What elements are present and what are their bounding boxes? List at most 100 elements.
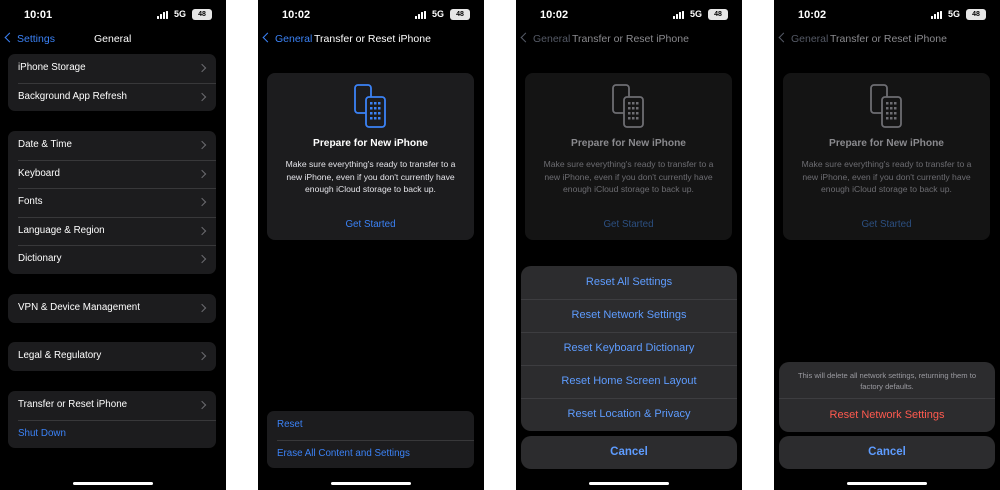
chevron-right-icon [197, 169, 207, 178]
row-iphone-storage[interactable]: iPhone Storage [8, 54, 216, 83]
get-started-button: Get Started [603, 219, 654, 230]
battery-icon: 48 [192, 9, 212, 20]
status-bar: 10:02 5G 48 [774, 0, 1000, 30]
chevron-right-icon [197, 226, 207, 235]
status-bar: 10:02 5G 48 [516, 0, 742, 30]
nav-bar: General Transfer or Reset iPhone [774, 30, 1000, 52]
card-title: Prepare for New iPhone [571, 138, 686, 149]
status-bar: 10:02 5G 48 [258, 0, 484, 30]
reset-all-settings-button[interactable]: Reset All Settings [521, 266, 737, 299]
status-time: 10:02 [282, 9, 311, 21]
row-label: Erase All Content and Settings [277, 447, 410, 459]
row-label: Background App Refresh [18, 90, 127, 102]
home-indicator[interactable] [847, 481, 927, 485]
row-label: Language & Region [18, 224, 105, 236]
card-body: Make sure everything's ready to transfer… [543, 159, 714, 195]
settings-group: iPhone Storage Background App Refresh [8, 54, 216, 111]
row-background-app-refresh[interactable]: Background App Refresh [8, 82, 216, 112]
confirm-reset-network-button[interactable]: Reset Network Settings [779, 398, 995, 432]
chevron-right-icon [197, 63, 207, 73]
row-date-time[interactable]: Date & Time [8, 131, 216, 160]
back-label: General [533, 33, 571, 45]
two-phones-icon [353, 84, 386, 128]
row-label: Shut Down [18, 427, 66, 439]
home-indicator[interactable] [331, 481, 411, 485]
network-label: 5G [173, 9, 186, 19]
page-title: General [94, 33, 132, 45]
card-title: Prepare for New iPhone [313, 138, 428, 149]
nav-bar: General Transfer or Reset iPhone [258, 30, 484, 52]
back-button[interactable]: Settings [4, 32, 55, 45]
chevron-right-icon [197, 140, 207, 150]
prepare-card: Prepare for New iPhone Make sure everyth… [267, 73, 474, 240]
cancel-button[interactable]: Cancel [779, 436, 995, 469]
row-label: Date & Time [18, 139, 72, 150]
row-language-region[interactable]: Language & Region [8, 216, 216, 246]
reset-location-privacy-button[interactable]: Reset Location & Privacy [521, 398, 737, 431]
row-label: Legal & Regulatory [18, 350, 102, 361]
reset-group: Reset Erase All Content and Settings [267, 411, 474, 468]
chevron-right-icon [197, 92, 207, 101]
page-title: Transfer or Reset iPhone [314, 33, 431, 45]
reset-button[interactable]: Reset [267, 411, 474, 440]
chevron-left-icon [520, 32, 531, 43]
reset-network-settings-button[interactable]: Reset Network Settings [521, 299, 737, 332]
chevron-right-icon [197, 254, 207, 264]
back-button: General [520, 32, 571, 45]
phone-reset-options: 10:02 5G 48 General Transfer or Reset iP… [516, 0, 742, 490]
signal-icon [673, 11, 684, 19]
phone-general-settings: 10:01 5G 48 Settings General iPhone Stor… [0, 0, 226, 490]
chevron-left-icon [262, 32, 273, 43]
erase-all-button[interactable]: Erase All Content and Settings [267, 439, 474, 469]
reset-keyboard-dictionary-button[interactable]: Reset Keyboard Dictionary [521, 332, 737, 365]
chevron-right-icon [197, 197, 207, 207]
row-legal-regulatory[interactable]: Legal & Regulatory [8, 342, 216, 371]
row-shut-down[interactable]: Shut Down [8, 419, 216, 449]
row-fonts[interactable]: Fonts [8, 188, 216, 217]
back-button[interactable]: General [262, 32, 313, 45]
card-body: Make sure everything's ready to transfer… [801, 159, 972, 195]
nav-bar: General Transfer or Reset iPhone [516, 30, 742, 52]
cancel-button[interactable]: Cancel [521, 436, 737, 469]
get-started-button[interactable]: Get Started [267, 219, 474, 230]
home-indicator[interactable] [589, 481, 669, 485]
status-time: 10:02 [798, 9, 827, 21]
row-label: Fonts [18, 196, 43, 207]
page-title: Transfer or Reset iPhone [572, 33, 689, 45]
row-label: VPN & Device Management [18, 302, 140, 313]
settings-group: Legal & Regulatory [8, 342, 216, 371]
row-transfer-reset[interactable]: Transfer or Reset iPhone [8, 391, 216, 420]
row-label: Transfer or Reset iPhone [18, 399, 128, 410]
row-label: Reset [277, 419, 303, 430]
home-indicator[interactable] [73, 481, 153, 485]
back-button: General [778, 32, 828, 45]
chevron-left-icon [778, 32, 789, 43]
reset-action-sheet: Reset All Settings Reset Network Setting… [521, 266, 737, 431]
chevron-right-icon [197, 303, 207, 313]
get-started-button: Get Started [861, 219, 912, 230]
nav-bar: Settings General [0, 30, 226, 52]
row-vpn-device-management[interactable]: VPN & Device Management [8, 294, 216, 323]
row-label: iPhone Storage [18, 62, 86, 73]
confirm-message: This will delete all network settings, r… [797, 371, 977, 391]
battery-icon: 48 [708, 9, 728, 20]
prepare-card: Prepare for New iPhone Make sure everyth… [783, 73, 990, 240]
back-label: Settings [17, 33, 55, 45]
back-label: General [275, 33, 313, 45]
signal-icon [157, 11, 168, 19]
status-bar: 10:01 5G 48 [0, 0, 226, 30]
prepare-card: Prepare for New iPhone Make sure everyth… [525, 73, 732, 240]
chevron-right-icon [197, 400, 207, 410]
row-keyboard[interactable]: Keyboard [8, 159, 216, 189]
network-label: 5G [431, 9, 444, 19]
settings-group: Transfer or Reset iPhone Shut Down [8, 391, 216, 448]
settings-group: VPN & Device Management [8, 294, 216, 323]
page-title: Transfer or Reset iPhone [830, 33, 947, 45]
status-time: 10:02 [540, 9, 569, 21]
reset-home-screen-layout-button[interactable]: Reset Home Screen Layout [521, 365, 737, 398]
chevron-right-icon [197, 351, 207, 361]
two-phones-icon [869, 84, 902, 128]
phone-transfer-reset: 10:02 5G 48 General Transfer or Reset iP… [258, 0, 484, 490]
row-dictionary[interactable]: Dictionary [8, 245, 216, 274]
settings-group: Date & Time Keyboard Fonts Language & Re… [8, 131, 216, 274]
